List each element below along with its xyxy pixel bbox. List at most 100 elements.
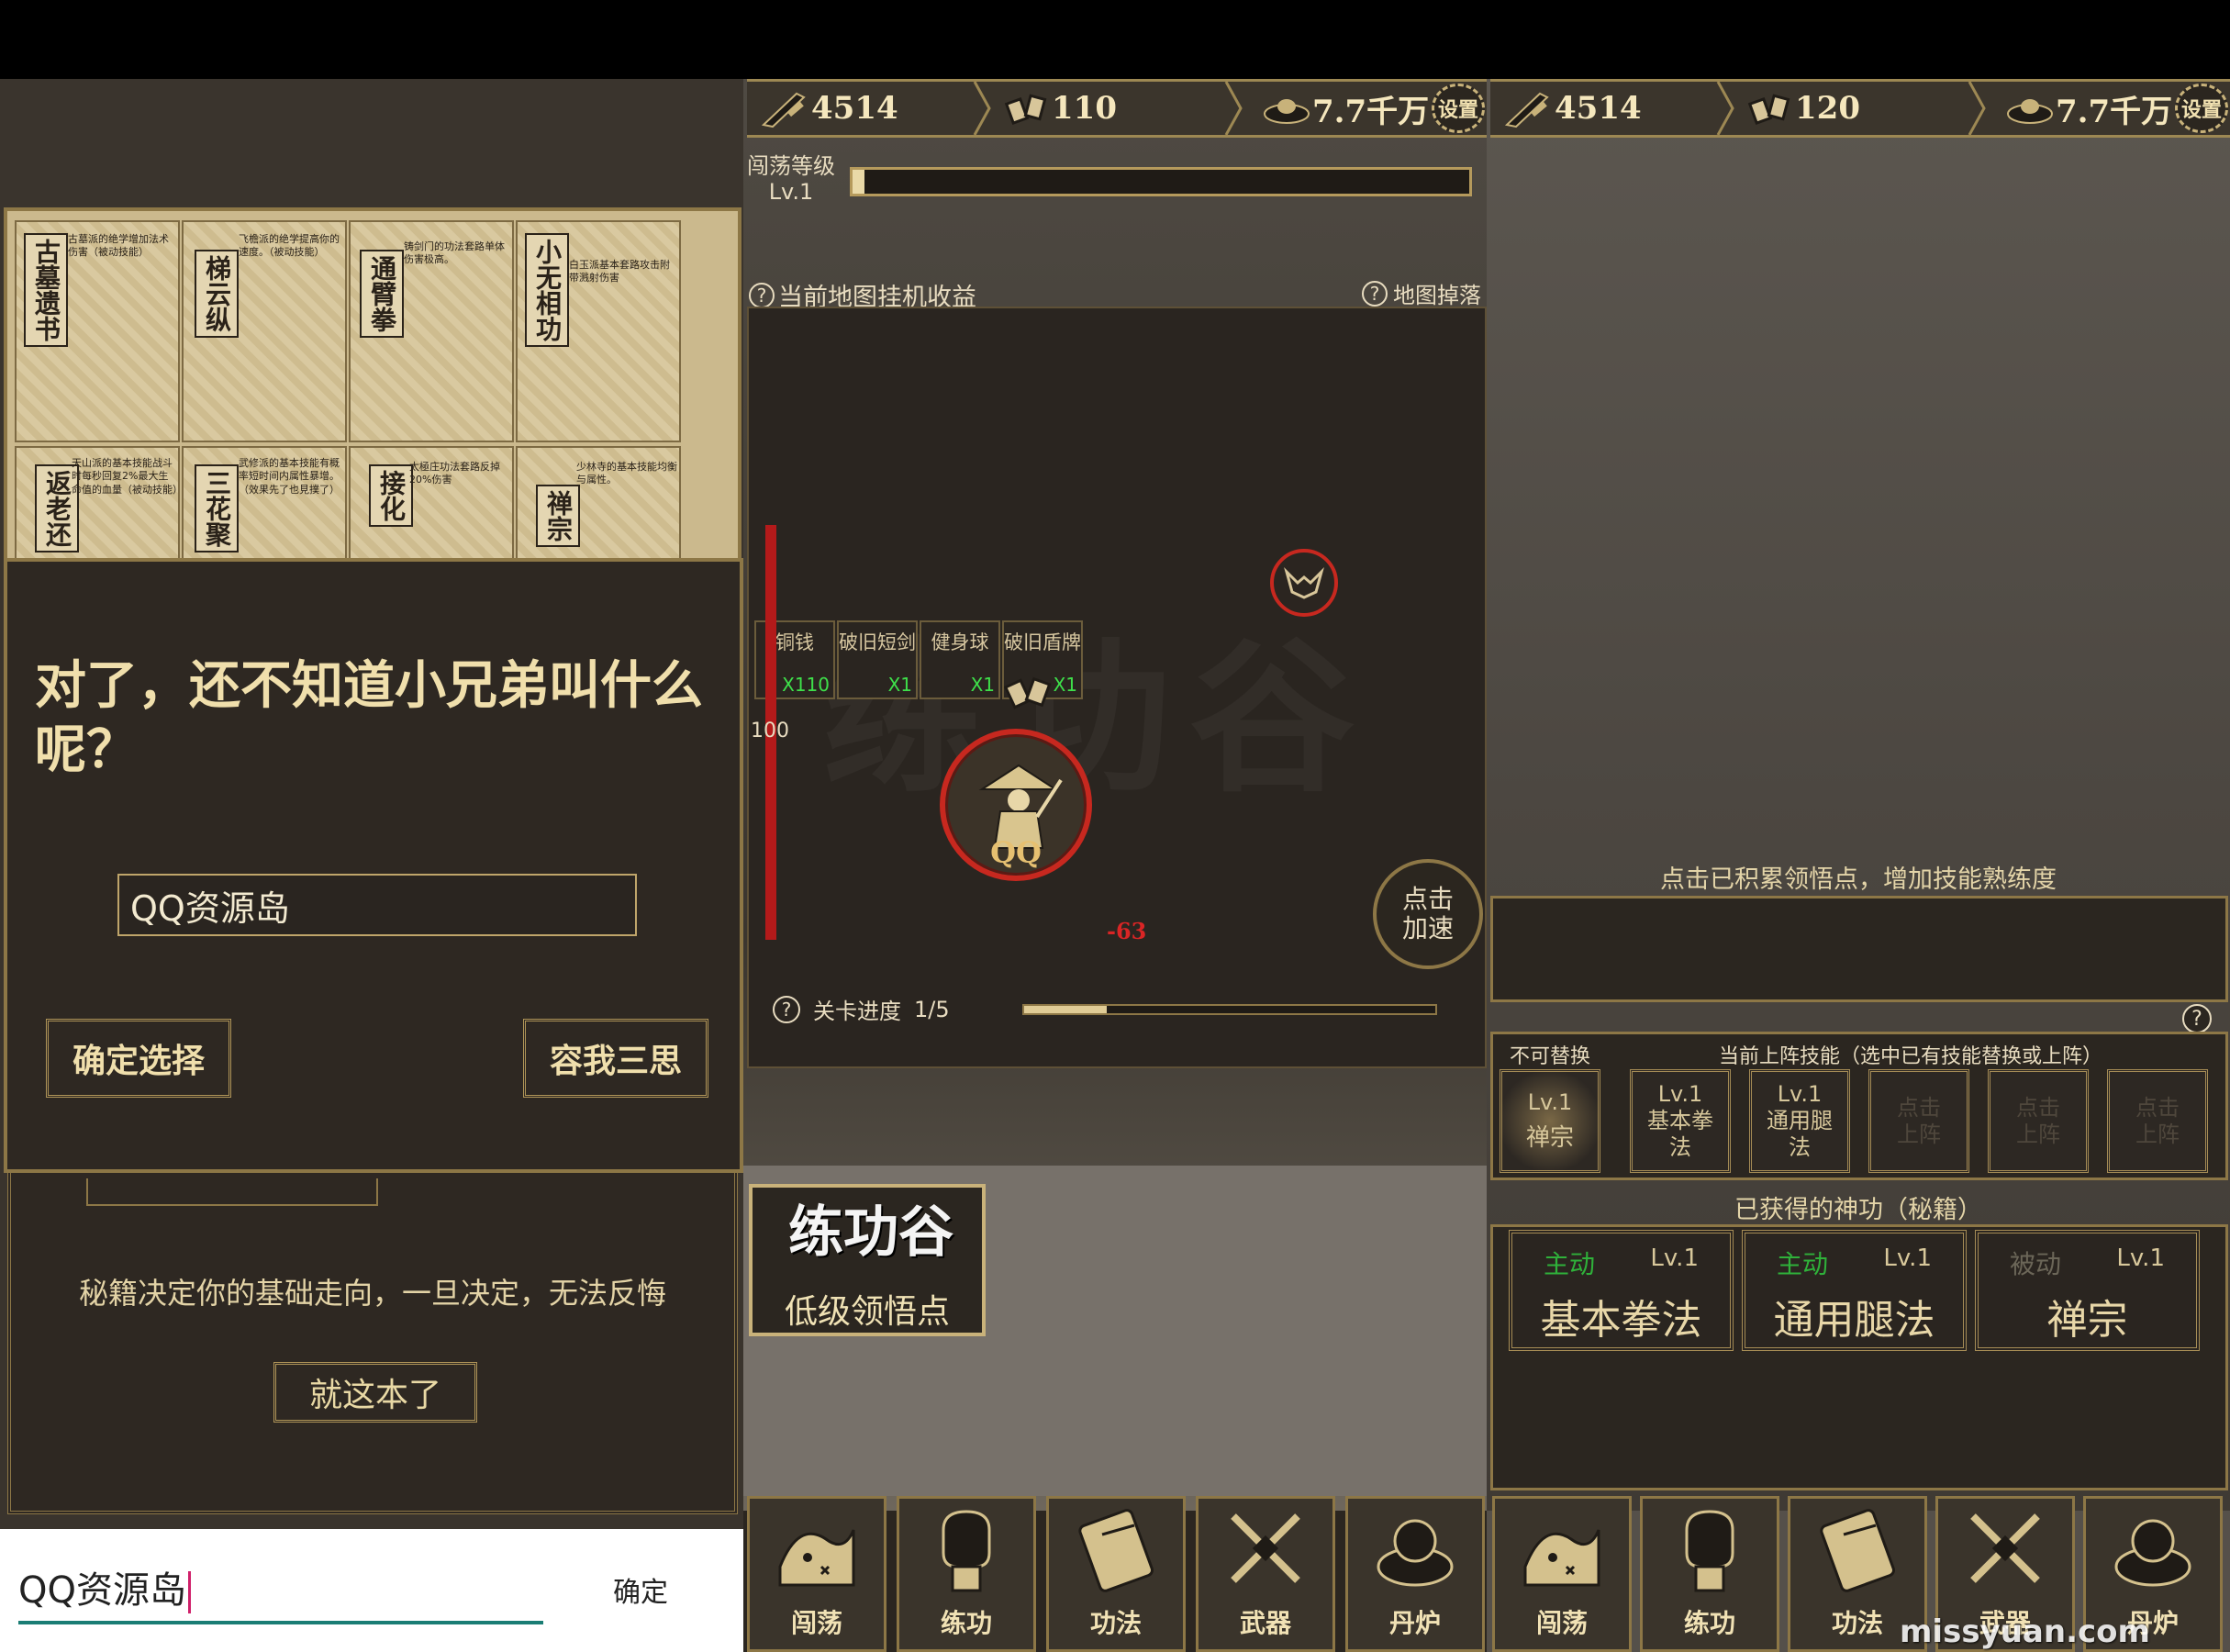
- help-icon[interactable]: ?: [2182, 1004, 2212, 1033]
- furnace-icon: [1377, 1519, 1454, 1587]
- card-gumu[interactable]: 古墓遗书 古墓派的绝学增加法术伤害（被动技能）: [15, 220, 180, 442]
- ingot-icon: [1747, 94, 1790, 125]
- skill-slot-4[interactable]: 点击上阵: [1868, 1069, 1969, 1173]
- card-title: 三花聚: [195, 464, 239, 553]
- nav-label: 丹炉: [1388, 1608, 1441, 1638]
- card-title: 通臂拳: [360, 250, 404, 338]
- book-name: 通用腿法: [1773, 1297, 1935, 1344]
- name-dialog: 对了，还不知道小兄弟叫什么呢？ QQ资源岛 确定选择 容我三思: [4, 558, 743, 1173]
- card-desc: 古墓派的绝学增加法术伤害（被动技能）: [68, 233, 169, 259]
- text-cursor: [187, 1571, 191, 1613]
- card-desc: 天山派的基本技能战斗时每秒回复2%最大生命值的血量（被动技能）: [72, 457, 180, 496]
- nav-label: 练功: [1683, 1608, 1735, 1638]
- card-title: 接化: [369, 464, 413, 527]
- coin-drop-icon: [1004, 676, 1052, 709]
- card-desc: 飞檐派的绝学提高你的速度。（被动技能）: [239, 233, 340, 259]
- gold-value: 7.7千万: [1312, 93, 1430, 130]
- ime-text-field[interactable]: QQ资源岛: [18, 1560, 191, 1613]
- map-drops-title[interactable]: ? 地图掉落: [1362, 277, 1481, 309]
- nav-label: 闯荡: [1535, 1608, 1588, 1638]
- top-black-bar: [0, 0, 743, 79]
- name-input[interactable]: QQ资源岛: [117, 874, 637, 936]
- nav-label: 闯荡: [790, 1608, 842, 1638]
- nav-button-furnace[interactable]: 丹炉: [1345, 1496, 1485, 1652]
- map-scroll-icon: [778, 1529, 855, 1587]
- gold-ingot-icon: [1264, 99, 1310, 124]
- card-xiaowuxiang[interactable]: 小无相功 白玉派基本套路攻击附带溅射伤害: [516, 220, 681, 442]
- book-level: Lv.1: [1883, 1245, 1932, 1272]
- ime-input-bar: QQ资源岛 确定: [0, 1529, 743, 1652]
- ingot-value: 110: [1052, 90, 1117, 127]
- sword-icon: [1504, 92, 1549, 128]
- confirm-select-button[interactable]: 确定选择: [46, 1019, 231, 1098]
- nav-button-map-scroll[interactable]: 闯荡: [1492, 1496, 1632, 1652]
- nav-button-fist[interactable]: 练功: [1640, 1496, 1779, 1652]
- nav-label: 练功: [940, 1608, 992, 1638]
- divider-chevron: [1224, 82, 1243, 135]
- wolf-icon: [1284, 566, 1324, 599]
- nav-label: 功法: [1831, 1608, 1883, 1638]
- scroll-icon: [1820, 1509, 1895, 1592]
- ingot-resource: 110: [1004, 82, 1117, 135]
- fist-icon: [942, 1510, 991, 1592]
- stage-label: 关卡进度: [813, 999, 901, 1024]
- speed-up-button[interactable]: 点击 加速: [1373, 859, 1483, 969]
- card-title: 梯云纵: [195, 250, 239, 338]
- book-general-kick[interactable]: 主动 Lv.1 通用腿法: [1742, 1230, 1967, 1351]
- damage-number: -63: [1107, 918, 1147, 944]
- insight-point-popup[interactable]: 练功谷 低级领悟点: [749, 1184, 986, 1336]
- book-name: 禅宗: [2046, 1297, 2128, 1344]
- fist-icon: [1685, 1510, 1734, 1592]
- book-chanzong[interactable]: 被动 Lv.1 禅宗: [1975, 1230, 2200, 1351]
- resource-bar: 4514 120 7.7千万 设置: [1490, 79, 2230, 138]
- furnace-icon: [2114, 1519, 2191, 1587]
- insight-points-area[interactable]: [1490, 896, 2228, 1002]
- hp-value: 100: [751, 720, 789, 742]
- card-desc: 武修派的基本技能有概率短时间内属性暴增。（效果先了也見撲了）: [239, 457, 340, 496]
- card-desc: 少林寺的基本技能均衡与属性。: [576, 461, 677, 486]
- help-icon[interactable]: ?: [773, 995, 800, 1023]
- this-one-button[interactable]: 就这本了: [273, 1362, 477, 1423]
- book-type-tag: 主动: [1544, 1249, 1596, 1279]
- card-tongbi[interactable]: 通臂拳 铸剑门的功法套路单体伤害极高。: [349, 220, 514, 442]
- skill-slot-1[interactable]: Lv.1 禅宗: [1500, 1069, 1600, 1173]
- top-black-bar: [743, 0, 1487, 79]
- nav-button-scroll[interactable]: 功法: [1046, 1496, 1186, 1652]
- book-basic-fist[interactable]: 主动 Lv.1 基本拳法: [1509, 1230, 1734, 1351]
- skill-slot-6[interactable]: 点击上阵: [2107, 1069, 2208, 1173]
- nav-button-crossed-swords[interactable]: 武器: [1196, 1496, 1335, 1652]
- panel-battle: 4514 110 7.7千万 设置 闯荡等级 Lv.1 ? 当前地图挂机收益 ?…: [743, 0, 1487, 1652]
- divider-chevron: [973, 82, 991, 135]
- drop-item-2[interactable]: 破旧短剑 X1: [837, 620, 918, 699]
- obtained-title: 已获得的神功（秘籍）: [1734, 1196, 1982, 1224]
- ime-ok-button[interactable]: 确定: [613, 1569, 668, 1610]
- skill-slot-2[interactable]: Lv.1 基本拳法: [1630, 1069, 1731, 1173]
- skill-slot-3[interactable]: Lv.1 通用腿法: [1749, 1069, 1850, 1173]
- battle-area: 练功谷 铜钱X110 破旧短剑X1 健身球X1 破旧盾牌X1 100 QQ -6…: [747, 307, 1487, 1068]
- gold-ingot-icon: [2007, 99, 2053, 124]
- ingot-icon: [1004, 94, 1047, 125]
- gold-resource: 7.7千万: [1261, 82, 1429, 135]
- book-type-tag: 被动: [2010, 1249, 2062, 1279]
- divider-chevron: [1968, 82, 1986, 135]
- ingot-value: 120: [1795, 90, 1860, 127]
- skill-slot-5[interactable]: 点击上阵: [1988, 1069, 2089, 1173]
- player-token[interactable]: QQ: [940, 729, 1092, 881]
- drops-title-text: 地图掉落: [1393, 283, 1481, 308]
- player-name: QQ: [990, 835, 1042, 870]
- card-tiyun[interactable]: 梯云纵 飞檐派的绝学提高你的速度。（被动技能）: [182, 220, 347, 442]
- divider-chevron: [1716, 82, 1734, 135]
- nav-button-fist[interactable]: 练功: [897, 1496, 1036, 1652]
- settings-button[interactable]: 设置: [2175, 84, 2228, 133]
- settings-button[interactable]: 设置: [1432, 84, 1485, 133]
- map-scroll-icon: [1523, 1529, 1600, 1587]
- card-desc: 铸剑门的功法套路单体伤害极高。: [404, 240, 505, 266]
- ime-text: QQ资源岛: [18, 1569, 186, 1612]
- gold-resource: 7.7千万: [2004, 82, 2172, 135]
- enemy-token[interactable]: [1270, 549, 1338, 617]
- drop-item-3[interactable]: 健身球 X1: [920, 620, 1000, 699]
- nav-button-map-scroll[interactable]: 闯荡: [747, 1496, 886, 1652]
- think-again-button[interactable]: 容我三思: [523, 1019, 708, 1098]
- ime-underline: [18, 1621, 543, 1624]
- book-level: Lv.1: [2116, 1245, 2165, 1272]
